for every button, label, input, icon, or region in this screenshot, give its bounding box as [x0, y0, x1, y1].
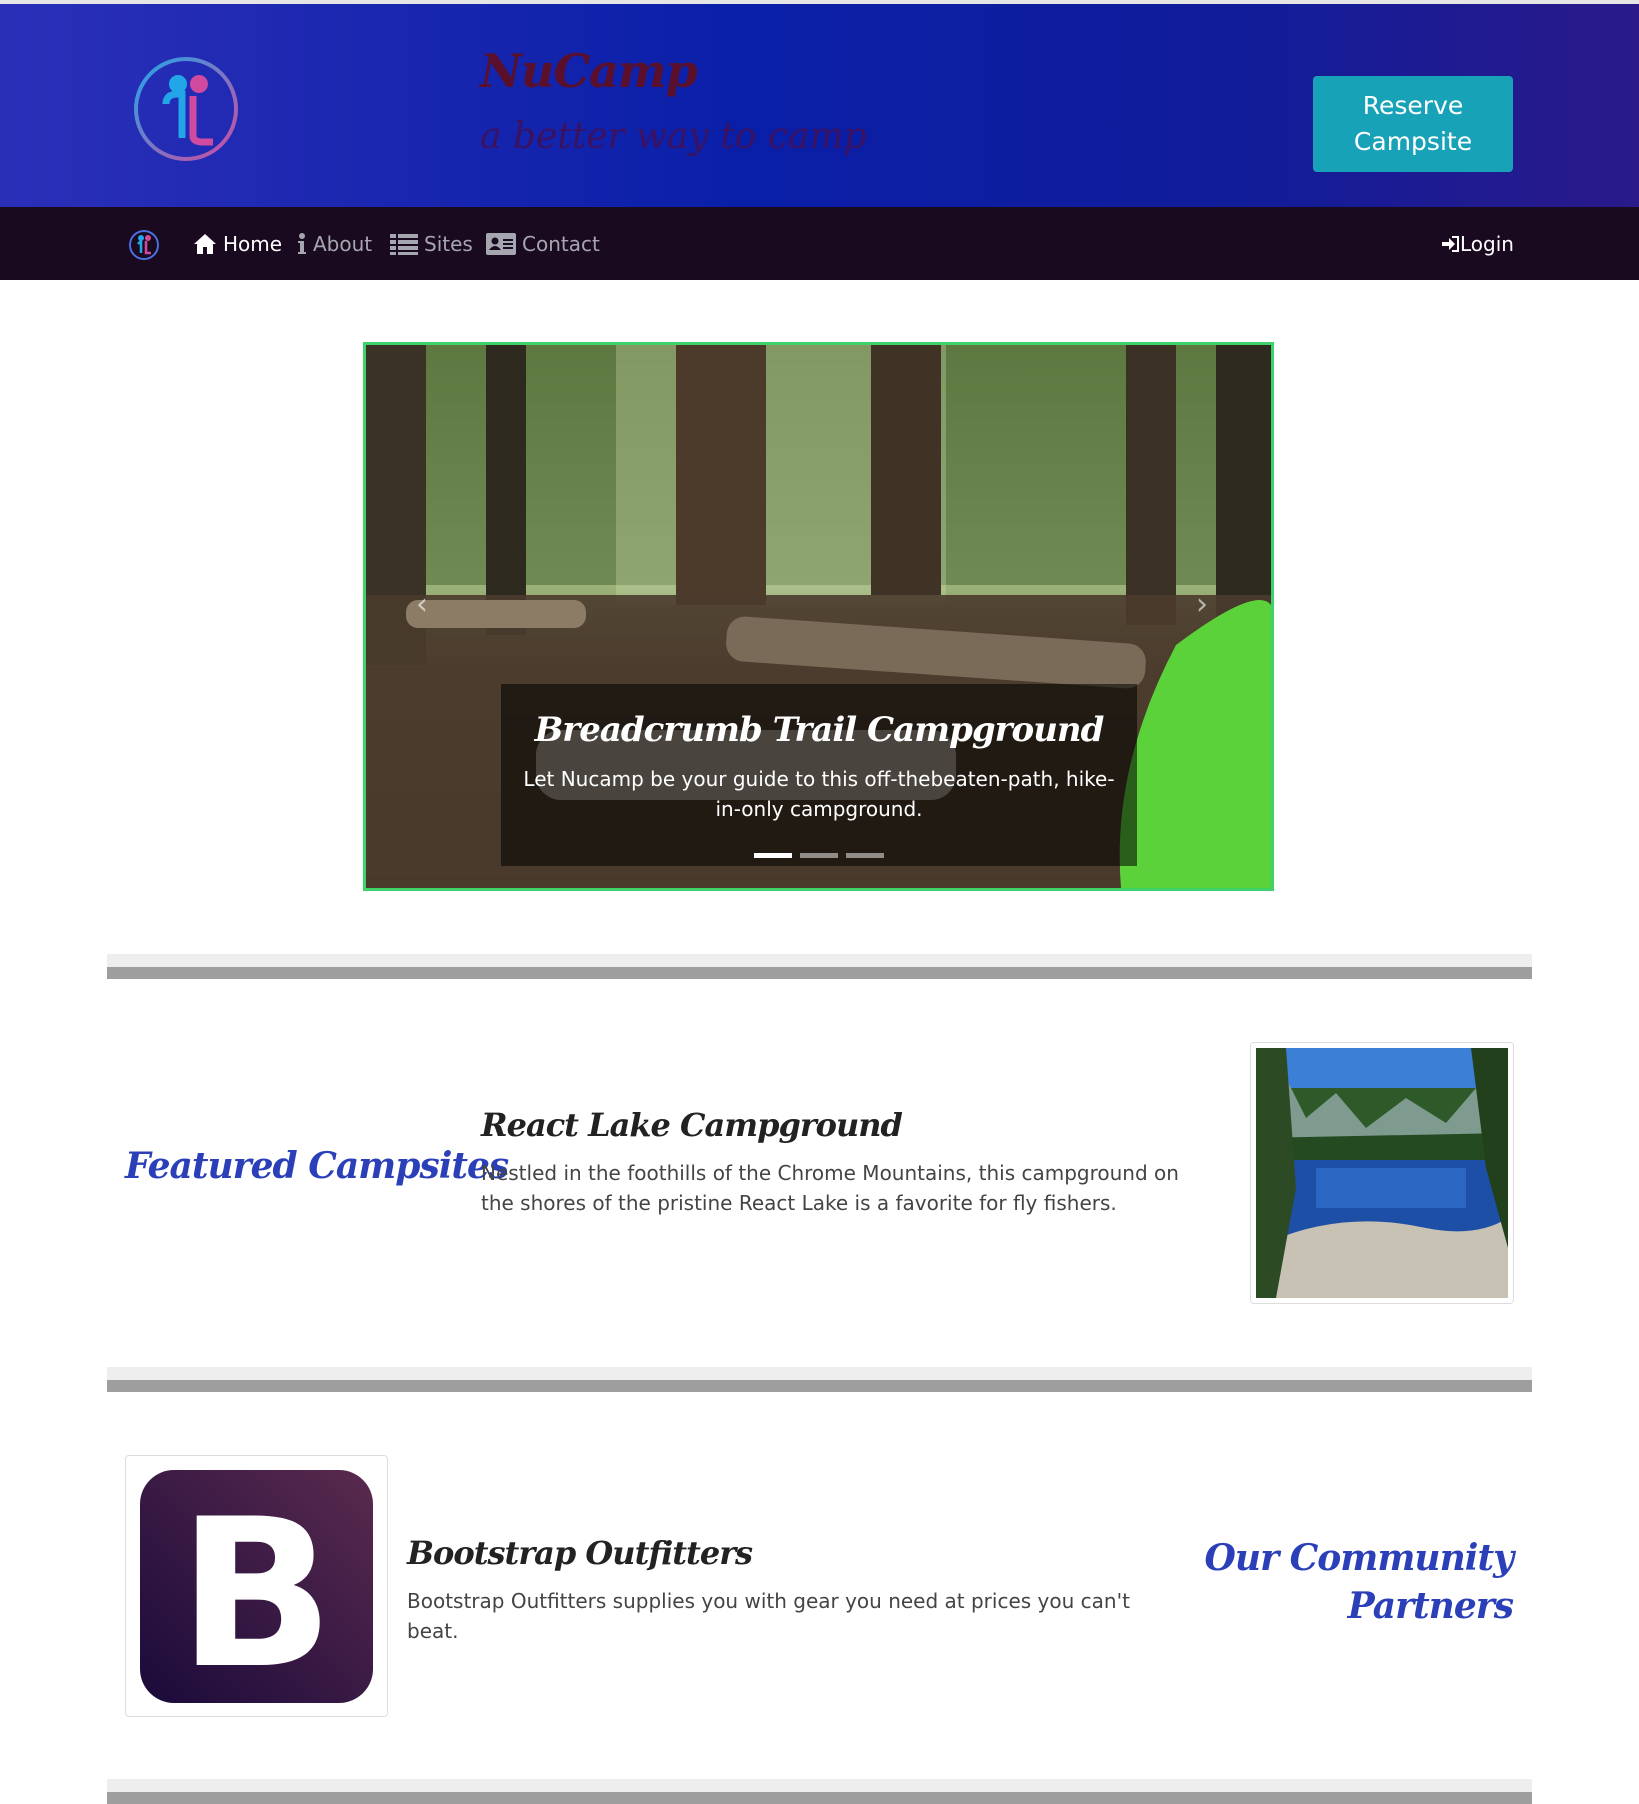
carousel-prev-icon[interactable]: ‹: [416, 590, 440, 620]
partners-heading: Our Community Partners: [1200, 1534, 1514, 1630]
partner-card-title: Bootstrap Outfitters: [407, 1534, 753, 1572]
sign-in-icon: [1442, 236, 1459, 252]
lake-photo: [1256, 1048, 1508, 1298]
featured-card-title: React Lake Campground: [481, 1106, 903, 1144]
bootstrap-logo-icon: B: [140, 1470, 373, 1714]
login-label: Login: [1460, 232, 1514, 256]
section-divider: [107, 954, 1532, 979]
partner-card-text: Bootstrap Outfitters supplies you with g…: [407, 1589, 1130, 1643]
section-divider: [107, 1367, 1532, 1392]
featured-campsite-image: [1250, 1042, 1514, 1304]
section-divider: [107, 1779, 1532, 1804]
list-icon: [390, 234, 418, 255]
partners-heading-line2: Partners: [1347, 1585, 1514, 1627]
nav-logo-icon[interactable]: [128, 229, 160, 261]
carousel-indicator-2[interactable]: [799, 853, 838, 858]
nucamp-logo-icon: [134, 57, 238, 161]
site-header: NuCamp a better way to camp Reserve Camp…: [0, 4, 1639, 207]
reserve-button-label: Reserve Campsite: [1353, 91, 1473, 156]
brand-tagline: a better way to camp: [480, 116, 867, 157]
carousel-caption: Breadcrumb Trail Campground Let Nucamp b…: [501, 684, 1137, 866]
login-button[interactable]: Login: [1442, 229, 1514, 259]
address-card-icon: [486, 233, 516, 255]
nav-item-contact[interactable]: Contact: [486, 229, 600, 259]
carousel-text: Let Nucamp be your guide to this off-the…: [523, 767, 1115, 821]
nav-item-home[interactable]: Home: [193, 229, 282, 259]
home-icon: [194, 234, 216, 254]
nav-sites-label: Sites: [424, 232, 473, 256]
nav-contact-label: Contact: [522, 232, 600, 256]
featured-card-text: Nestled in the foothills of the Chrome M…: [481, 1161, 1179, 1215]
carousel-next-icon[interactable]: ›: [1196, 590, 1220, 620]
carousel-indicator-3[interactable]: [845, 853, 884, 858]
navbar: Home About Sites Contact Login: [0, 207, 1639, 280]
nav-about-label: About: [313, 232, 373, 256]
featured-heading: Featured Campsites: [125, 1145, 509, 1187]
carousel-indicator-1[interactable]: [753, 853, 792, 858]
carousel-title: Breadcrumb Trail Campground: [534, 710, 1105, 750]
reserve-campsite-button[interactable]: Reserve Campsite: [1313, 76, 1513, 172]
brand-title: NuCamp: [480, 44, 698, 98]
bootstrap-logo-letter: B: [178, 1476, 334, 1703]
nav-home-label: Home: [223, 232, 283, 256]
hero-carousel[interactable]: ‹ › Breadcrumb Trail Campground Let Nuca…: [363, 342, 1274, 891]
partner-logo: B: [125, 1455, 388, 1717]
nav-item-about[interactable]: About: [297, 229, 372, 259]
carousel-indicators: [366, 853, 1271, 858]
info-icon: [298, 233, 306, 254]
nav-item-sites[interactable]: Sites: [390, 229, 473, 259]
partners-heading-line1: Our Community: [1204, 1537, 1514, 1579]
